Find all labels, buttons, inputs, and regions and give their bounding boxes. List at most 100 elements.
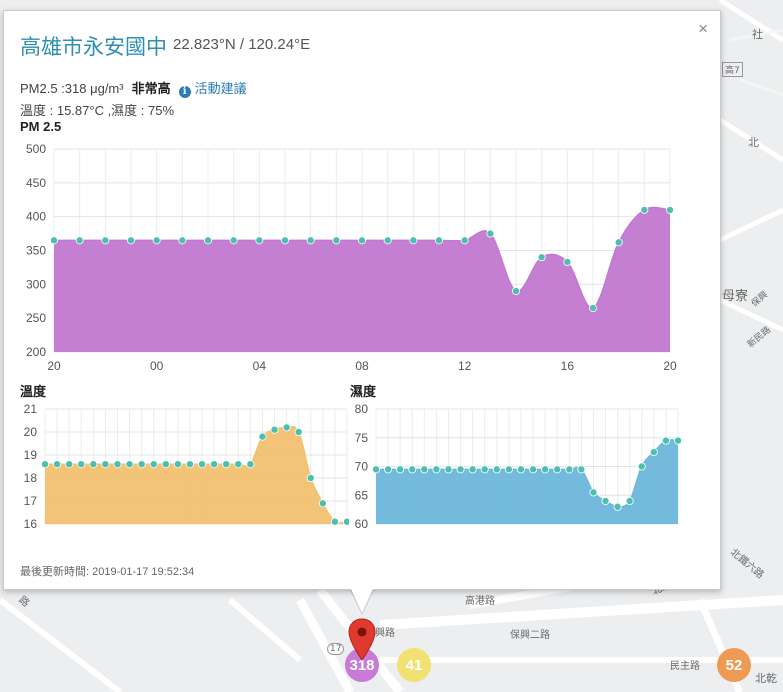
data-point	[203, 236, 212, 245]
data-point	[541, 465, 550, 474]
data-point	[640, 205, 649, 214]
data-point	[649, 448, 658, 457]
y-tick-label: 450	[26, 176, 46, 190]
data-point	[306, 236, 315, 245]
x-tick-label: 08	[355, 359, 369, 373]
map-cluster-marker[interactable]: 41	[397, 648, 431, 682]
data-point	[198, 460, 207, 469]
data-point	[529, 465, 538, 474]
data-point	[306, 474, 315, 483]
data-point	[53, 460, 62, 469]
data-point	[127, 236, 136, 245]
data-point	[178, 236, 187, 245]
last-updated: 最後更新時間: 2019-01-17 19:52:34	[20, 566, 195, 578]
y-tick-label: 250	[26, 311, 46, 325]
data-point	[371, 465, 380, 474]
y-tick-label: 19	[24, 448, 38, 462]
data-point	[468, 465, 477, 474]
data-point	[601, 497, 610, 506]
data-point	[456, 465, 465, 474]
data-point	[661, 436, 670, 445]
data-point	[589, 488, 598, 497]
data-point	[222, 460, 231, 469]
data-point	[444, 465, 453, 474]
data-point	[161, 460, 170, 469]
data-point	[420, 465, 429, 474]
y-tick-label: 16	[24, 517, 38, 531]
data-point	[258, 432, 267, 441]
map-label: 高港路	[465, 596, 495, 607]
data-point	[77, 460, 86, 469]
info-icon[interactable]: i	[178, 86, 191, 98]
data-point	[432, 465, 441, 474]
data-point	[511, 287, 520, 296]
map-label: 保興二路	[510, 630, 550, 641]
data-point	[246, 460, 255, 469]
location-pin-icon[interactable]	[347, 618, 377, 662]
weather-summary: 溫度 : 15.87°C ,濕度 : 75%	[20, 103, 175, 118]
data-point	[563, 258, 572, 267]
data-point	[565, 465, 574, 474]
data-point	[294, 427, 303, 436]
map-label: 北	[748, 136, 759, 149]
data-point	[343, 517, 349, 526]
data-point	[409, 236, 418, 245]
y-tick-label: 18	[24, 471, 38, 485]
data-point	[255, 236, 264, 245]
map-label: 母寮	[722, 289, 749, 304]
data-point	[330, 517, 339, 526]
x-tick-label: 20	[663, 359, 677, 373]
map-label: 社	[752, 28, 763, 41]
data-point	[396, 465, 405, 474]
humidity-chart-title: 濕度	[350, 384, 377, 399]
data-point	[492, 465, 501, 474]
data-point	[50, 236, 59, 245]
data-point	[149, 460, 158, 469]
station-coordinates: 22.823°N / 120.24°E	[173, 36, 311, 53]
data-point	[625, 497, 634, 506]
data-point	[553, 465, 562, 474]
data-point	[614, 238, 623, 247]
activity-advice-link[interactable]: 活動建議	[195, 81, 247, 96]
data-point	[460, 236, 469, 245]
data-point	[637, 462, 646, 471]
data-point	[504, 465, 513, 474]
y-tick-label: 500	[26, 142, 46, 156]
data-point	[384, 465, 393, 474]
popup-pointer	[350, 587, 374, 613]
map-label: 北乾	[755, 672, 777, 685]
map-label: 民主路	[670, 661, 700, 672]
data-point	[318, 499, 327, 508]
data-point	[125, 460, 134, 469]
y-tick-label: 300	[26, 277, 46, 291]
pm-summary: PM2.5 :318 μg/m³ 非常高 i 活動建議	[20, 78, 247, 98]
data-point	[137, 460, 146, 469]
data-point	[408, 465, 417, 474]
y-tick-label: 70	[355, 460, 369, 474]
data-point	[152, 236, 161, 245]
data-point	[357, 236, 366, 245]
close-button[interactable]: ×	[698, 19, 708, 39]
data-point	[234, 460, 243, 469]
cluster-count: 41	[405, 656, 423, 674]
pm25-chart: 200 250 300 350 400 450 500 20 00 04 08 12 16 20	[26, 142, 677, 373]
y-tick-label: 350	[26, 244, 46, 258]
data-point	[89, 460, 98, 469]
y-tick-label: 65	[355, 488, 369, 502]
data-point	[65, 460, 74, 469]
data-point	[280, 236, 289, 245]
data-point	[480, 465, 489, 474]
data-point	[185, 460, 194, 469]
pm-value: PM2.5 :318 μg/m³	[20, 81, 124, 96]
y-tick-label: 60	[355, 517, 369, 531]
data-point	[101, 236, 110, 245]
map-label: 高7	[722, 62, 743, 77]
station-title: 高雄市永安國中	[20, 36, 167, 59]
temperature-chart: 16 17 18 19 20 21	[24, 402, 349, 531]
x-tick-label: 00	[150, 359, 164, 373]
series-area	[376, 439, 678, 524]
data-point	[577, 465, 586, 474]
data-point	[537, 253, 546, 262]
map-cluster-marker[interactable]: 52	[717, 648, 751, 682]
data-point	[589, 304, 598, 313]
